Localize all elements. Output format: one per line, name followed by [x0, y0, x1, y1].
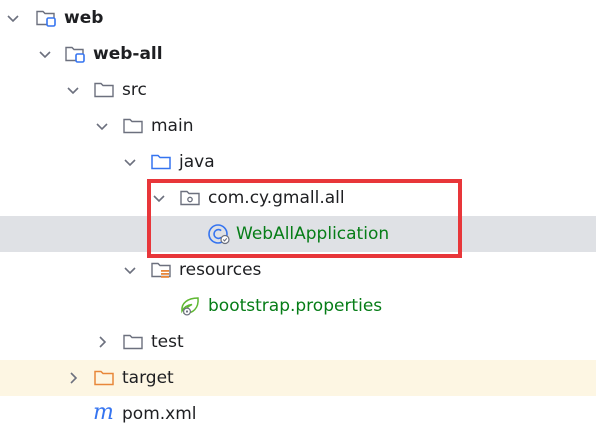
tree-node-java[interactable]: java	[0, 144, 596, 180]
tree-node-label: web	[64, 8, 104, 28]
tree-node-label: target	[122, 368, 174, 388]
spring-class-icon	[208, 224, 230, 245]
spring-properties-icon	[181, 297, 199, 316]
maven-icon: m	[93, 400, 114, 425]
tree-node-web-all[interactable]: web-all	[0, 36, 596, 72]
excluded-folder-icon	[94, 370, 114, 386]
tree-node-label: src	[122, 80, 147, 100]
tree-node-label: resources	[179, 260, 262, 280]
module-folder-icon	[36, 10, 56, 27]
resources-root-folder-icon	[151, 262, 171, 278]
tree-node-package[interactable]: com.cy.gmall.all	[0, 180, 596, 216]
folder-icon	[123, 334, 143, 350]
folder-icon	[123, 118, 143, 134]
tree-node-main[interactable]: main	[0, 108, 596, 144]
chevron-right-icon[interactable]	[93, 333, 111, 351]
tree-node-test[interactable]: test	[0, 324, 596, 360]
tree-node-label: main	[151, 116, 194, 136]
chevron-down-icon[interactable]	[64, 81, 82, 99]
chevron-down-icon[interactable]	[150, 189, 168, 207]
chevron-down-icon[interactable]	[121, 153, 139, 171]
package-icon	[180, 190, 200, 206]
chevron-down-icon[interactable]	[121, 261, 139, 279]
tree-node-pom-xml[interactable]: m pom.xml	[0, 396, 596, 432]
tree-node-bootstrap-properties[interactable]: bootstrap.properties	[0, 288, 596, 324]
tree-node-label: WebAllApplication	[236, 224, 390, 244]
tree-node-class[interactable]: WebAllApplication	[0, 216, 596, 252]
tree-node-label: bootstrap.properties	[208, 296, 383, 316]
tree-node-web[interactable]: web	[0, 0, 596, 36]
folder-icon	[94, 82, 114, 98]
tree-node-resources[interactable]: resources	[0, 252, 596, 288]
module-folder-icon	[65, 46, 85, 63]
tree-node-src[interactable]: src	[0, 72, 596, 108]
tree-node-label: pom.xml	[122, 404, 197, 424]
source-root-folder-icon	[151, 154, 171, 170]
tree-node-target[interactable]: target	[0, 360, 596, 396]
tree-node-label: web-all	[93, 44, 163, 64]
chevron-down-icon[interactable]	[93, 117, 111, 135]
chevron-down-icon[interactable]	[4, 9, 22, 27]
tree-node-label: java	[179, 152, 215, 172]
tree-node-label: com.cy.gmall.all	[208, 188, 345, 208]
chevron-right-icon[interactable]	[64, 369, 82, 387]
chevron-down-icon[interactable]	[36, 45, 54, 63]
tree-node-label: test	[151, 332, 184, 352]
project-tree: web web-all src main java com.cy.gmall.a…	[0, 0, 596, 433]
